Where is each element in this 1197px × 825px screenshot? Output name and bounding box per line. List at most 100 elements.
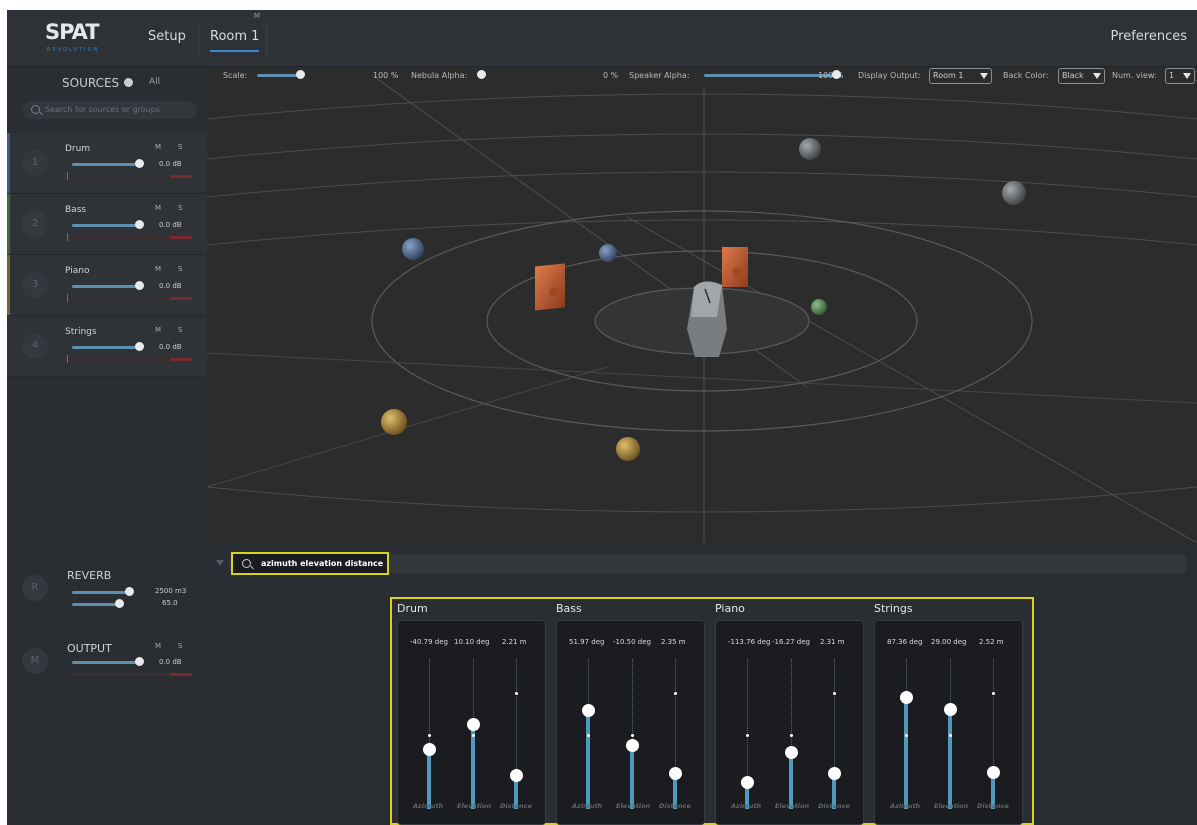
output-badge[interactable]: M — [22, 648, 48, 674]
reverb-badge[interactable]: R — [22, 575, 48, 601]
tab-setup[interactable]: Setup — [148, 29, 186, 44]
output-gain: 0.0 dB — [159, 658, 182, 666]
speaker-alpha-track — [704, 74, 836, 77]
source-mute-button[interactable]: M — [155, 143, 165, 151]
distance-label: Distance — [659, 802, 691, 810]
source-color-stripe — [7, 255, 10, 315]
source-strip-bass[interactable]: 2 Bass M S 0.0 dB — [7, 194, 207, 255]
azimuth-slider-knob[interactable] — [582, 704, 595, 717]
output-solo-button[interactable]: S — [178, 642, 182, 650]
source-level-meter — [67, 175, 192, 178]
group-title: Bass — [556, 602, 582, 615]
scale-slider-knob[interactable] — [296, 70, 305, 79]
source-mute-button[interactable]: M — [155, 204, 165, 212]
elevation-slider-knob[interactable] — [785, 746, 798, 759]
distance-slider-knob[interactable] — [987, 765, 1000, 779]
source-sphere-piano[interactable] — [381, 409, 407, 435]
source-gain-knob[interactable] — [135, 220, 144, 229]
source-sphere-gold[interactable] — [616, 437, 640, 461]
azimuth-center-mark — [905, 734, 908, 737]
reverb-volume-knob[interactable] — [125, 587, 134, 596]
sources-all-toggle[interactable] — [124, 78, 133, 87]
source-gain-value: 0.0 dB — [159, 343, 182, 351]
distance-slider-knob[interactable] — [510, 768, 523, 782]
source-sphere-blue[interactable] — [599, 244, 617, 262]
source-strip-strings[interactable]: 4 Strings M S 0.0 dB — [7, 316, 207, 377]
azimuth-slider-knob[interactable] — [900, 690, 913, 704]
source-solo-button[interactable]: S — [178, 143, 188, 151]
source-solo-button[interactable]: S — [178, 326, 188, 334]
display-output-label: Display Output: — [858, 71, 921, 80]
azimuth-value: 51.97 deg — [569, 638, 605, 646]
parameter-filter-value: azimuth elevation distance — [261, 559, 384, 568]
tab-room-1[interactable]: Room 1 — [210, 29, 260, 52]
elevation-value: -10.50 deg — [613, 638, 651, 646]
source-meter-tick — [67, 233, 68, 241]
elevation-slider-knob[interactable] — [944, 702, 957, 716]
source-number-badge[interactable]: 3 — [22, 272, 48, 298]
source-color-stripe — [7, 194, 10, 254]
speaker-alpha-label: Speaker Alpha: — [629, 71, 690, 80]
output-mute-button[interactable]: M — [155, 642, 161, 650]
room-3d-scene — [207, 74, 1197, 543]
spat-logo: SPAT REVOLUTION — [45, 20, 105, 58]
elevation-value: -16.27 deg — [772, 638, 810, 646]
source-number-badge[interactable]: 1 — [22, 150, 48, 176]
elevation-slider-knob[interactable] — [626, 738, 639, 752]
reverb-volume-track — [72, 591, 130, 594]
elevation-value: 29.00 deg — [931, 638, 967, 646]
preferences-button[interactable]: Preferences — [1111, 29, 1187, 44]
source-mute-button[interactable]: M — [155, 326, 165, 334]
source-sphere-grey-1[interactable] — [799, 138, 821, 160]
scale-label: Scale: — [223, 71, 248, 80]
distance-slider-knob[interactable] — [669, 767, 682, 780]
azimuth-value: 87.36 deg — [887, 638, 923, 646]
distance-value: 2.52 m — [979, 638, 1004, 646]
source-number-badge[interactable]: 4 — [22, 333, 48, 359]
collapse-arrow-icon[interactable] — [216, 560, 224, 566]
logo-text: SPAT — [45, 20, 100, 44]
speaker-alpha-knob[interactable] — [832, 70, 841, 79]
output-meter-peak — [170, 673, 192, 676]
reverb-value: 65.0 — [162, 599, 178, 607]
elevation-slider-knob[interactable] — [467, 717, 480, 731]
source-number-badge[interactable]: 2 — [22, 211, 48, 237]
spat-revolution-window: SPAT REVOLUTION Setup Room 1 M Preferenc… — [7, 10, 1197, 825]
source-gain-knob[interactable] — [135, 159, 144, 168]
nebula-alpha-knob[interactable] — [477, 70, 486, 79]
nebula-alpha-value: 0 % — [603, 71, 619, 80]
source-sphere-grey-2[interactable] — [1002, 181, 1026, 205]
display-output-select[interactable]: Room 1 — [929, 68, 992, 84]
group-title: Piano — [715, 602, 745, 615]
source-gain-knob[interactable] — [135, 342, 144, 351]
source-sphere-drum[interactable] — [402, 238, 424, 260]
source-name: Strings — [65, 327, 97, 337]
source-mute-button[interactable]: M — [155, 265, 165, 273]
reverb-value-knob[interactable] — [115, 599, 124, 608]
back-color-select[interactable]: Black — [1058, 68, 1105, 84]
azimuth-center-mark — [587, 734, 590, 737]
source-sphere-bass[interactable] — [811, 299, 827, 315]
azimuth-slider-knob[interactable] — [741, 776, 754, 789]
distance-label: Distance — [500, 802, 532, 810]
source-solo-button[interactable]: S — [178, 265, 188, 273]
room-3d-viewport[interactable]: Scale: 100 % Nebula Alpha: 0 % Speaker A… — [207, 67, 1197, 543]
num-view-select[interactable]: 1 — [1165, 68, 1195, 84]
speaker-right[interactable] — [722, 247, 748, 287]
source-strip-piano[interactable]: 3 Piano M S 0.0 dB — [7, 255, 207, 316]
group-title: Drum — [397, 602, 428, 615]
distance-slider-knob[interactable] — [828, 767, 841, 780]
reverb-strip: R REVERB 2500 m3 65.0 — [7, 558, 207, 618]
group-title: Strings — [874, 602, 913, 615]
speaker-left[interactable] — [535, 263, 565, 311]
azimuth-slider-knob[interactable] — [423, 743, 436, 756]
azimuth-label: Azimuth — [413, 802, 444, 810]
output-gain-knob[interactable] — [135, 657, 144, 666]
display-output-value: Room 1 — [933, 71, 964, 80]
source-search-field[interactable]: Search for sources or groups — [22, 101, 197, 119]
source-solo-button[interactable]: S — [178, 204, 188, 212]
source-strip-drum[interactable]: 1 Drum M S 0.0 dB — [7, 133, 207, 194]
source-level-meter — [67, 358, 192, 361]
source-gain-knob[interactable] — [135, 281, 144, 290]
parameter-filter-input[interactable]: azimuth elevation distance — [231, 552, 389, 575]
